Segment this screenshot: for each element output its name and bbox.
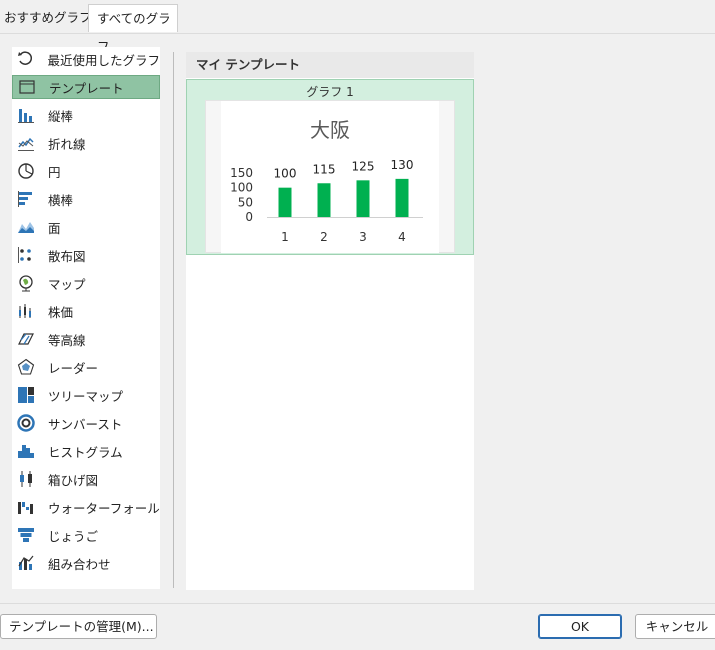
x-tick-label: 4 bbox=[398, 230, 406, 244]
sidebar-item-folder[interactable]: テンプレート bbox=[12, 75, 160, 99]
manage-templates-button[interactable]: テンプレートの管理(M)... bbox=[0, 614, 157, 639]
ok-button[interactable]: OK bbox=[538, 614, 622, 639]
sidebar-item-label: 等高線 bbox=[48, 332, 86, 348]
sidebar-item-label: 折れ線 bbox=[48, 136, 86, 152]
template-gallery: マイ テンプレート グラフ 1 大阪 150 100 50 0 100 1 115 2 125 3 1… bbox=[186, 52, 474, 590]
sidebar-item-recent[interactable]: 最近使用したグラフ bbox=[12, 47, 160, 71]
sidebar-item-label: サンバースト bbox=[48, 416, 123, 432]
divider bbox=[173, 52, 174, 588]
sidebar-item-label: 組み合わせ bbox=[48, 556, 111, 572]
sidebar-item-label: ヒストグラム bbox=[48, 444, 123, 460]
sidebar-item-label: 縦棒 bbox=[48, 108, 74, 124]
sidebar-item-histogram-chart[interactable]: ヒストグラム bbox=[12, 439, 160, 463]
sidebar-item-label: 円 bbox=[48, 164, 61, 180]
funnel-chart-icon bbox=[16, 525, 36, 545]
sidebar-item-label: ツリーマップ bbox=[48, 388, 124, 404]
chart-category-list: 最近使用したグラフ テンプレート 縦棒折れ線円横棒面散布図マップ株価等高線レーダーツ… bbox=[12, 47, 160, 589]
combo-chart-icon bbox=[16, 553, 36, 573]
sidebar-item-label: 面 bbox=[48, 220, 61, 236]
waterfall-chart-icon bbox=[16, 497, 36, 517]
template-thumbnail[interactable]: グラフ 1 大阪 150 100 50 0 100 1 115 2 125 3 130 4 bbox=[186, 79, 474, 255]
template-preview: 大阪 150 100 50 0 100 1 115 2 125 3 130 4 bbox=[205, 100, 455, 253]
sidebar-item-surface-chart[interactable]: 等高線 bbox=[12, 327, 160, 351]
sidebar-item-area-chart[interactable]: 面 bbox=[12, 215, 160, 239]
sidebar-item-label: 散布図 bbox=[48, 248, 86, 264]
sidebar-item-sunburst-chart[interactable]: サンバースト bbox=[12, 411, 160, 435]
sidebar-item-pie-chart[interactable]: 円 bbox=[12, 159, 160, 183]
sunburst-chart-icon bbox=[16, 413, 36, 433]
area-chart-icon bbox=[16, 217, 36, 237]
sidebar-item-label: レーダー bbox=[48, 360, 99, 376]
y-tick-label: 100 bbox=[230, 181, 253, 195]
section-header-my-templates: マイ テンプレート bbox=[186, 52, 474, 78]
sidebar-item-bar-chart[interactable]: 横棒 bbox=[12, 187, 160, 211]
chart-title: 大阪 bbox=[310, 118, 350, 142]
chart-svg: 大阪1501005001001115212531304 bbox=[230, 118, 423, 244]
sidebar-item-funnel-chart[interactable]: じょうご bbox=[12, 523, 160, 547]
data-label: 130 bbox=[391, 158, 414, 172]
sidebar-item-label: 株価 bbox=[48, 304, 74, 320]
y-tick-label: 0 bbox=[245, 210, 253, 224]
sidebar-item-box-whisker-chart[interactable]: 箱ひげ図 bbox=[12, 467, 160, 491]
sidebar-item-label: 横棒 bbox=[48, 192, 74, 208]
sidebar-item-label: 箱ひげ図 bbox=[48, 472, 99, 488]
sidebar-item-waterfall-chart[interactable]: ウォーターフォール bbox=[12, 495, 160, 519]
dialog-footer: テンプレートの管理(M)... OK キャンセル bbox=[0, 603, 715, 650]
chart-type-tabs: おすすめグラフ すべてのグラフ bbox=[0, 0, 715, 54]
surface-chart-icon bbox=[16, 329, 36, 349]
sidebar-item-combo-chart[interactable]: 組み合わせ bbox=[12, 551, 160, 575]
sidebar-item-label: 最近使用したグラフ bbox=[47, 52, 160, 68]
radar-chart-icon bbox=[16, 357, 36, 377]
tab-all-charts[interactable]: すべてのグラフ bbox=[88, 4, 178, 54]
y-tick-label: 50 bbox=[238, 195, 253, 209]
x-tick-label: 3 bbox=[359, 230, 367, 244]
map-chart-icon bbox=[16, 273, 36, 293]
column-chart-icon bbox=[16, 105, 36, 125]
sidebar-item-label: マップ bbox=[48, 276, 86, 292]
scatter-chart-icon bbox=[16, 245, 36, 265]
stock-chart-icon bbox=[16, 301, 36, 321]
y-tick-label: 150 bbox=[230, 166, 253, 180]
sidebar-item-stock-chart[interactable]: 株価 bbox=[12, 299, 160, 323]
sidebar-item-treemap-chart[interactable]: ツリーマップ bbox=[12, 383, 160, 407]
tab-recommended-charts[interactable]: おすすめグラフ bbox=[4, 4, 92, 32]
bar-chart-icon bbox=[16, 189, 36, 209]
sidebar-item-label: ウォーターフォール bbox=[48, 500, 160, 516]
pie-chart-icon bbox=[16, 161, 36, 181]
sidebar-item-column-chart[interactable]: 縦棒 bbox=[12, 103, 160, 127]
line-chart-icon bbox=[16, 133, 36, 153]
chart-bar bbox=[395, 178, 409, 217]
cancel-button[interactable]: キャンセル bbox=[635, 614, 715, 639]
sidebar-item-radar-chart[interactable]: レーダー bbox=[12, 355, 160, 379]
sidebar-item-label: テンプレート bbox=[49, 80, 124, 96]
data-label: 100 bbox=[274, 167, 297, 181]
folder-icon bbox=[17, 77, 37, 97]
sidebar-item-label: じょうご bbox=[48, 528, 99, 544]
template-name: グラフ 1 bbox=[306, 85, 354, 99]
chart-bar bbox=[356, 180, 370, 217]
sidebar-item-line-chart[interactable]: 折れ線 bbox=[12, 131, 160, 155]
recent-icon bbox=[16, 49, 35, 69]
box-whisker-chart-icon bbox=[16, 469, 36, 489]
sidebar-item-map-chart[interactable]: マップ bbox=[12, 271, 160, 295]
histogram-chart-icon bbox=[16, 441, 36, 461]
x-tick-label: 1 bbox=[281, 230, 289, 244]
data-label: 115 bbox=[313, 162, 336, 176]
treemap-chart-icon bbox=[16, 385, 36, 405]
chart-bar bbox=[278, 187, 292, 217]
data-label: 125 bbox=[352, 159, 375, 173]
x-tick-label: 2 bbox=[320, 230, 328, 244]
sidebar-item-scatter-chart[interactable]: 散布図 bbox=[12, 243, 160, 267]
chart-bar bbox=[317, 183, 331, 217]
chart-preview-area: 大阪 150 100 50 0 100 1 115 2 125 3 130 4 bbox=[221, 101, 439, 253]
